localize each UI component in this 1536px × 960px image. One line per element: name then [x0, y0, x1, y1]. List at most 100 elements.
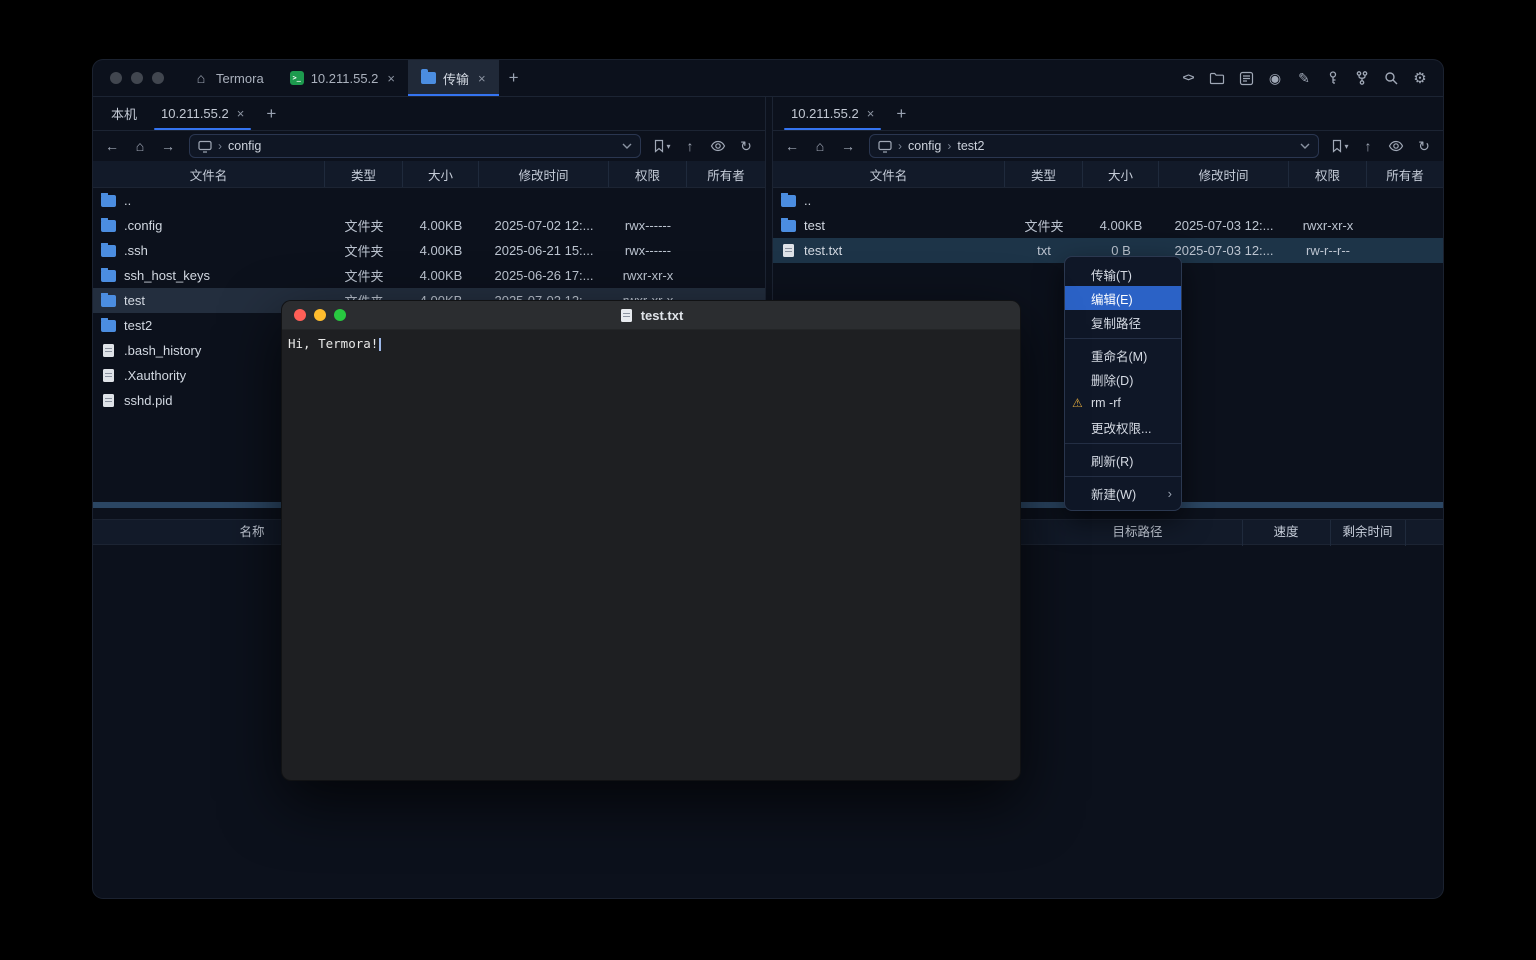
tab-transfer[interactable]: 传输 × [408, 60, 499, 96]
up-directory-icon[interactable]: ↑ [1355, 134, 1381, 158]
branch-icon[interactable] [1352, 68, 1372, 88]
file-row[interactable]: .config 文件夹 4.00KB 2025-07-02 12:... rwx… [93, 213, 765, 238]
menu-item-rename[interactable]: 重命名(M) [1065, 343, 1181, 367]
file-type: 文件夹 [325, 216, 403, 235]
forward-icon[interactable]: → [155, 134, 181, 158]
new-panel-tab-button[interactable]: + [256, 97, 286, 130]
column-header-owner[interactable]: 所有者 [1367, 161, 1443, 187]
file-name: .config [124, 218, 162, 233]
bookmark-icon[interactable]: ▾ [649, 134, 675, 158]
path-breadcrumb[interactable]: › config › test2 [869, 134, 1319, 158]
file-mtime: 2025-06-21 15:... [479, 243, 609, 258]
pencil-icon[interactable]: ✎ [1294, 68, 1314, 88]
tab-host-session[interactable]: >_ 10.211.55.2 × [277, 60, 408, 96]
back-icon[interactable]: ← [779, 134, 805, 158]
file-name: test.txt [804, 243, 842, 258]
chevron-down-icon[interactable] [1300, 143, 1310, 149]
tab-termora-home[interactable]: ⌂ Termora [180, 60, 277, 96]
transfer-column-target[interactable]: 目标路径 [1033, 520, 1242, 546]
up-directory-icon[interactable]: ↑ [677, 134, 703, 158]
folder-icon [101, 270, 116, 282]
file-table-header: 文件名 类型 大小 修改时间 权限 所有者 [773, 161, 1443, 188]
file-icon [103, 369, 114, 382]
column-header-name[interactable]: 文件名 [93, 161, 325, 187]
menu-item-refresh[interactable]: 刷新(R) [1065, 448, 1181, 472]
home-icon[interactable]: ⌂ [127, 134, 153, 158]
bookmark-icon[interactable]: ▾ [1327, 134, 1353, 158]
menu-separator [1065, 476, 1181, 477]
folder-icon[interactable] [1207, 68, 1227, 88]
menu-item-delete[interactable]: 删除(D) [1065, 367, 1181, 391]
column-header-perm[interactable]: 权限 [1289, 161, 1367, 187]
breadcrumb-segment[interactable]: test2 [957, 139, 984, 153]
path-breadcrumb[interactable]: › config [189, 134, 641, 158]
file-mtime: 2025-07-02 12:... [479, 218, 609, 233]
menu-item-transfer[interactable]: 传输(T) [1065, 262, 1181, 286]
forward-icon[interactable]: → [835, 134, 861, 158]
close-icon[interactable]: × [237, 106, 245, 121]
file-row[interactable]: test 文件夹 4.00KB 2025-07-03 12:... rwxr-x… [773, 213, 1443, 238]
new-panel-tab-button[interactable]: + [886, 97, 916, 130]
chevron-down-icon[interactable] [622, 143, 632, 149]
new-tab-button[interactable]: + [499, 60, 529, 96]
file-type: 文件夹 [1005, 216, 1083, 235]
menu-item-copy-path[interactable]: 复制路径 [1065, 310, 1181, 334]
settings-icon[interactable]: ⚙ [1410, 68, 1430, 88]
column-header-mtime[interactable]: 修改时间 [479, 161, 609, 187]
transfer-column-eta[interactable]: 剩余时间 [1330, 520, 1405, 546]
file-name: .bash_history [124, 343, 201, 358]
document-icon [621, 309, 632, 322]
tab-remote-host[interactable]: 10.211.55.2 × [779, 97, 886, 130]
tab-label: 10.211.55.2 [791, 106, 859, 121]
file-row[interactable]: ssh_host_keys 文件夹 4.00KB 2025-06-26 17:.… [93, 263, 765, 288]
show-hidden-eye-icon[interactable] [1383, 134, 1409, 158]
submenu-arrow-icon: › [1168, 486, 1172, 501]
home-icon[interactable]: ⌂ [807, 134, 833, 158]
menu-item-change-permissions[interactable]: 更改权限... [1065, 415, 1181, 439]
tab-label: 本机 [111, 104, 137, 123]
search-icon[interactable] [1381, 68, 1401, 88]
menu-item-new[interactable]: 新建(W) › [1065, 481, 1181, 505]
record-icon[interactable]: ◉ [1265, 68, 1285, 88]
transfer-column-speed[interactable]: 速度 [1242, 520, 1330, 546]
menu-item-edit[interactable]: 编辑(E) [1065, 286, 1181, 310]
tab-remote-host[interactable]: 10.211.55.2 × [149, 97, 256, 130]
close-icon[interactable]: × [478, 71, 486, 86]
tab-label: 10.211.55.2 [311, 71, 379, 86]
traffic-lights [93, 60, 180, 96]
column-header-size[interactable]: 大小 [1083, 161, 1159, 187]
menu-item-rm-rf[interactable]: ⚠ rm -rf [1065, 391, 1181, 415]
show-hidden-eye-icon[interactable] [705, 134, 731, 158]
breadcrumb-segment[interactable]: config [908, 139, 941, 153]
zoom-window-button[interactable] [152, 72, 164, 84]
menu-separator [1065, 443, 1181, 444]
close-icon[interactable]: × [867, 106, 875, 121]
file-row[interactable]: .. [93, 188, 765, 213]
close-icon[interactable]: × [387, 71, 395, 86]
close-window-button[interactable] [110, 72, 122, 84]
column-header-name[interactable]: 文件名 [773, 161, 1005, 187]
code-icon[interactable]: <> [1178, 68, 1198, 88]
refresh-icon[interactable]: ↻ [1411, 134, 1437, 158]
column-header-mtime[interactable]: 修改时间 [1159, 161, 1289, 187]
log-icon[interactable] [1236, 68, 1256, 88]
column-header-type[interactable]: 类型 [1005, 161, 1083, 187]
column-header-owner[interactable]: 所有者 [687, 161, 765, 187]
back-icon[interactable]: ← [99, 134, 125, 158]
column-header-perm[interactable]: 权限 [609, 161, 687, 187]
file-name: sshd.pid [124, 393, 172, 408]
editor-titlebar[interactable]: test.txt [282, 301, 1020, 330]
file-size: 4.00KB [1083, 218, 1159, 233]
column-header-type[interactable]: 类型 [325, 161, 403, 187]
menu-separator [1065, 338, 1181, 339]
breadcrumb-segment[interactable]: config [228, 139, 261, 153]
file-row[interactable]: .ssh 文件夹 4.00KB 2025-06-21 15:... rwx---… [93, 238, 765, 263]
column-header-size[interactable]: 大小 [403, 161, 479, 187]
file-row[interactable]: .. [773, 188, 1443, 213]
minimize-window-button[interactable] [131, 72, 143, 84]
refresh-icon[interactable]: ↻ [733, 134, 759, 158]
key-icon[interactable] [1323, 68, 1343, 88]
editor-content[interactable]: Hi, Termora! [282, 330, 1020, 780]
tab-local[interactable]: 本机 [99, 97, 149, 130]
file-name: .. [804, 193, 811, 208]
